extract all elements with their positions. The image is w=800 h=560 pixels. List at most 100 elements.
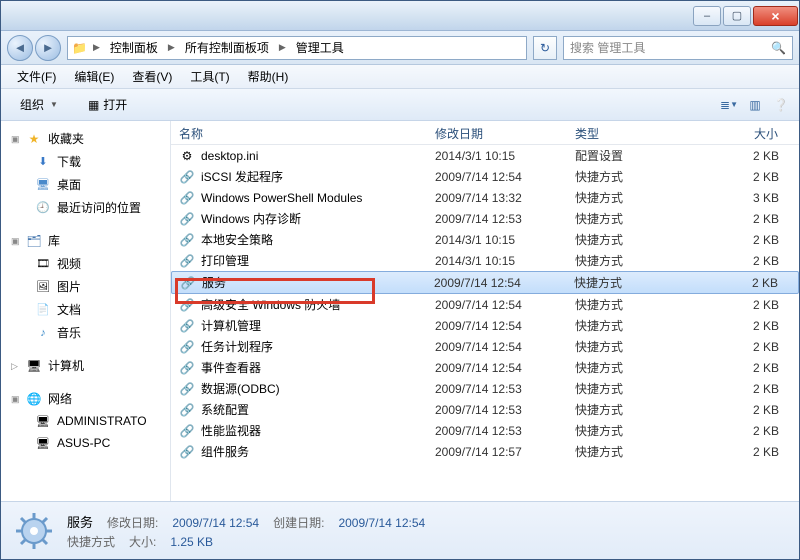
maximize-button[interactable]: ▢ [723,6,751,26]
file-type: 快捷方式 [567,422,707,439]
file-size: 2 KB [707,361,799,375]
file-row[interactable]: 🔗打印管理2014/3/1 10:15快捷方式2 KB [171,250,799,271]
file-name: 事件查看器 [201,359,261,376]
collapse-icon: ▣ [11,394,20,403]
sidebar-recent[interactable]: 🕘最近访问的位置 [1,196,170,219]
sidebar-computer[interactable]: ▷🖥计算机 [1,354,170,377]
minimize-button[interactable]: – [693,6,721,26]
video-icon: 🎞 [35,256,51,272]
file-date: 2009/7/14 12:53 [427,382,567,396]
file-date: 2009/7/14 12:54 [427,170,567,184]
file-type: 快捷方式 [567,296,707,313]
file-type: 快捷方式 [567,359,707,376]
sidebar-music[interactable]: ♪音乐 [1,321,170,344]
menu-tools[interactable]: 工具(T) [182,65,237,88]
file-row[interactable]: 🔗Windows 内存诊断2009/7/14 12:53快捷方式2 KB [171,208,799,229]
file-row[interactable]: 🔗iSCSI 发起程序2009/7/14 12:54快捷方式2 KB [171,166,799,187]
file-type: 快捷方式 [567,443,707,460]
menu-bar: 文件(F) 编辑(E) 查看(V) 工具(T) 帮助(H) [1,65,799,89]
file-name: 数据源(ODBC) [201,380,280,397]
file-row[interactable]: ⚙desktop.ini2014/3/1 10:15配置设置2 KB [171,145,799,166]
nav-forward-button[interactable]: ► [35,35,61,61]
window-titlebar[interactable]: – ▢ × [1,1,799,31]
file-date: 2009/7/14 12:53 [427,424,567,438]
file-row[interactable]: 🔗Windows PowerShell Modules2009/7/14 13:… [171,187,799,208]
sidebar-network-pc[interactable]: 🖥ADMINISTRATO [1,410,170,432]
sidebar-favorites[interactable]: ▣★收藏夹 [1,127,170,150]
file-row[interactable]: 🔗高级安全 Windows 防火墙2009/7/14 12:54快捷方式2 KB [171,294,799,315]
maximize-icon: ▢ [732,9,742,22]
file-size: 2 KB [707,149,799,163]
column-date[interactable]: 修改日期 [427,121,567,144]
file-type: 快捷方式 [567,401,707,418]
sidebar-videos[interactable]: 🎞视频 [1,252,170,275]
file-icon: 🔗 [179,232,195,248]
file-name: 服务 [202,274,226,291]
menu-file[interactable]: 文件(F) [9,65,64,88]
file-row[interactable]: 🔗性能监视器2009/7/14 12:53快捷方式2 KB [171,420,799,441]
sidebar-downloads[interactable]: ⬇下载 [1,150,170,173]
file-row[interactable]: 🔗组件服务2009/7/14 12:57快捷方式2 KB [171,441,799,462]
chevron-right-icon[interactable]: ▶ [91,42,102,53]
details-mod-label: 修改日期: [107,514,158,531]
file-icon: 🔗 [179,444,195,460]
file-type: 快捷方式 [567,338,707,355]
sidebar-network-pc[interactable]: 🖥ASUS-PC [1,432,170,454]
desktop-icon: 🖥 [35,177,51,193]
download-icon: ⬇ [35,154,51,170]
menu-view[interactable]: 查看(V) [124,65,180,88]
library-icon: 🗂 [26,233,42,249]
nav-back-button[interactable]: ◄ [7,35,33,61]
breadcrumb-item[interactable]: 控制面板 [106,37,162,58]
file-size: 2 KB [707,254,799,268]
help-button[interactable]: ❔ [771,95,791,115]
sidebar-libraries[interactable]: ▣🗂库 [1,229,170,252]
open-button[interactable]: ▦打开 [77,91,138,118]
file-row[interactable]: 🔗服务2009/7/14 12:54快捷方式2 KB [171,271,799,294]
file-icon: 🔗 [179,360,195,376]
file-name: 组件服务 [201,443,249,460]
menu-help[interactable]: 帮助(H) [240,65,297,88]
search-input[interactable]: 搜索 管理工具 🔍 [563,36,793,60]
file-row[interactable]: 🔗系统配置2009/7/14 12:53快捷方式2 KB [171,399,799,420]
file-row[interactable]: 🔗任务计划程序2009/7/14 12:54快捷方式2 KB [171,336,799,357]
navigation-sidebar: ▣★收藏夹 ⬇下载 🖥桌面 🕘最近访问的位置 ▣🗂库 🎞视频 🖼图片 📄文档 ♪… [1,121,171,501]
chevron-right-icon[interactable]: ▶ [277,42,288,53]
breadcrumb-item[interactable]: 管理工具 [292,37,348,58]
sidebar-network[interactable]: ▣🌐网络 [1,387,170,410]
file-name: Windows PowerShell Modules [201,191,362,205]
sidebar-desktop[interactable]: 🖥桌面 [1,173,170,196]
close-button[interactable]: × [753,6,798,26]
breadcrumb-bar[interactable]: 📁 ▶ 控制面板 ▶ 所有控制面板项 ▶ 管理工具 [67,36,527,60]
file-row[interactable]: 🔗 事件查看器 2009/7/14 12:54快捷方式2 KB [171,357,799,378]
file-size: 2 KB [707,382,799,396]
file-type: 快捷方式 [567,317,707,334]
file-size: 2 KB [707,319,799,333]
chevron-right-icon[interactable]: ▶ [166,42,177,53]
file-row[interactable]: 🔗数据源(ODBC)2009/7/14 12:53快捷方式2 KB [171,378,799,399]
sidebar-documents[interactable]: 📄文档 [1,298,170,321]
column-name[interactable]: 名称 [171,121,427,144]
file-row[interactable]: 🔗计算机管理2009/7/14 12:54快捷方式2 KB [171,315,799,336]
details-mod-value: 2009/7/14 12:54 [172,516,259,530]
file-row[interactable]: 🔗本地安全策略2014/3/1 10:15快捷方式2 KB [171,229,799,250]
recent-icon: 🕘 [35,200,51,216]
file-name: 高级安全 Windows 防火墙 [201,296,340,313]
menu-edit[interactable]: 编辑(E) [66,65,122,88]
file-icon: 🔗 [179,339,195,355]
view-options-button[interactable]: ≣▼ [719,95,739,115]
details-filename: 服务 [67,512,93,531]
file-date: 2009/7/14 12:54 [427,361,567,375]
refresh-button[interactable]: ↻ [533,36,557,60]
organize-button[interactable]: 组织▼ [9,91,69,118]
search-placeholder: 搜索 管理工具 [570,39,645,56]
breadcrumb-item[interactable]: 所有控制面板项 [181,37,273,58]
sidebar-pictures[interactable]: 🖼图片 [1,275,170,298]
file-size: 2 KB [707,170,799,184]
column-type[interactable]: 类型 [567,121,707,144]
column-size[interactable]: 大小 [707,121,799,144]
file-icon: 🔗 [180,275,196,291]
file-name: 打印管理 [201,252,249,269]
file-type: 配置设置 [567,147,707,164]
preview-pane-button[interactable]: ▥ [745,95,765,115]
